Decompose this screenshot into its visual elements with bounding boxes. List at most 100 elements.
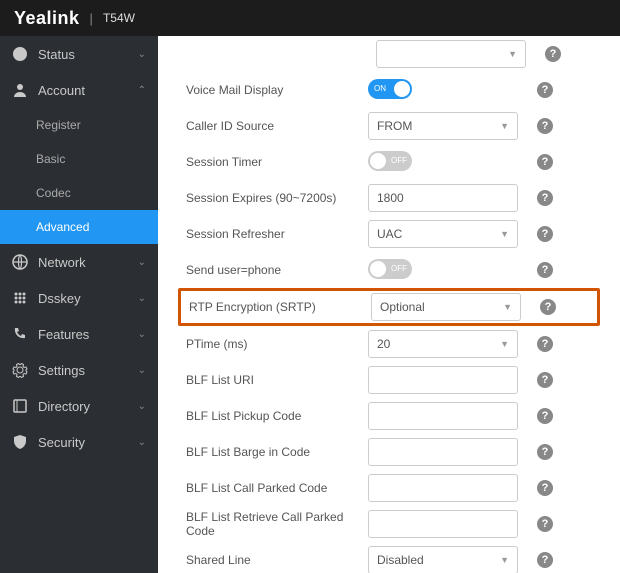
label: Send user=phone <box>178 263 368 277</box>
chevron-down-icon: ⌄ <box>138 329 146 340</box>
select-value: Optional <box>380 300 425 314</box>
help-icon[interactable]: ? <box>537 154 553 170</box>
row-blf-list-call-parked: BLF List Call Parked Code ? <box>178 470 600 506</box>
sidebar-item-status[interactable]: Status ⌄ <box>0 36 158 72</box>
main-content: ▼ ? Voice Mail Display ON ? Caller ID So… <box>158 36 620 573</box>
top-select-partial[interactable]: ▼ <box>376 40 526 68</box>
sidebar-label: Dsskey <box>38 291 81 306</box>
sidebar-item-account[interactable]: Account ⌃ <box>0 72 158 108</box>
caret-down-icon: ▼ <box>500 339 509 349</box>
model-name: T54W <box>103 11 135 25</box>
help-icon[interactable]: ? <box>540 299 556 315</box>
help-icon[interactable]: ? <box>537 118 553 134</box>
blf-list-call-parked-input[interactable] <box>368 474 518 502</box>
sidebar-item-register[interactable]: Register <box>0 108 158 142</box>
help-icon[interactable]: ? <box>537 336 553 352</box>
sidebar-label: Account <box>38 83 85 98</box>
help-icon[interactable]: ? <box>537 82 553 98</box>
caret-down-icon: ▼ <box>500 121 509 131</box>
sidebar: Status ⌄ Account ⌃ Register Basic Codec … <box>0 36 158 573</box>
sidebar-item-dsskey[interactable]: Dsskey ⌄ <box>0 280 158 316</box>
sidebar-item-basic[interactable]: Basic <box>0 142 158 176</box>
user-icon <box>12 82 28 98</box>
row-rtp-encryption: RTP Encryption (SRTP) Optional ▼ ? <box>178 288 600 326</box>
sidebar-item-settings[interactable]: Settings ⌄ <box>0 352 158 388</box>
blf-list-retrieve-input[interactable] <box>368 510 518 538</box>
row-send-user-phone: Send user=phone OFF ? <box>178 252 600 288</box>
sidebar-item-advanced[interactable]: Advanced <box>0 210 158 244</box>
row-session-refresher: Session Refresher UAC ▼ ? <box>178 216 600 252</box>
caret-down-icon: ▼ <box>508 49 517 59</box>
blf-list-uri-input[interactable] <box>368 366 518 394</box>
caller-id-source-select[interactable]: FROM ▼ <box>368 112 518 140</box>
help-icon[interactable]: ? <box>545 46 561 62</box>
chevron-down-icon: ⌄ <box>138 293 146 304</box>
label: Session Expires (90~7200s) <box>178 191 368 205</box>
row-blf-list-barge: BLF List Barge in Code ? <box>178 434 600 470</box>
shared-line-select[interactable]: Disabled ▼ <box>368 546 518 573</box>
help-icon[interactable]: ? <box>537 480 553 496</box>
help-icon[interactable]: ? <box>537 552 553 568</box>
book-icon <box>12 398 28 414</box>
toggle-off-label: OFF <box>391 264 407 273</box>
help-icon[interactable]: ? <box>537 372 553 388</box>
label: Shared Line <box>178 553 368 567</box>
send-user-phone-toggle[interactable]: OFF <box>368 259 412 279</box>
sidebar-item-directory[interactable]: Directory ⌄ <box>0 388 158 424</box>
help-icon[interactable]: ? <box>537 444 553 460</box>
sidebar-label: Features <box>38 327 89 342</box>
sidebar-label: Settings <box>38 363 85 378</box>
row-blf-list-retrieve: BLF List Retrieve Call Parked Code ? <box>178 506 600 542</box>
label: Caller ID Source <box>178 119 368 133</box>
toggle-off-label: OFF <box>391 156 407 165</box>
help-icon[interactable]: ? <box>537 190 553 206</box>
caret-down-icon: ▼ <box>500 229 509 239</box>
phone-icon <box>12 326 28 342</box>
brand-logo: Yealink <box>14 8 80 29</box>
sidebar-label: Status <box>38 47 75 62</box>
label: PTime (ms) <box>178 337 368 351</box>
help-icon[interactable]: ? <box>537 516 553 532</box>
chevron-down-icon: ⌄ <box>138 401 146 412</box>
app-header: Yealink | T54W <box>0 0 620 36</box>
session-refresher-select[interactable]: UAC ▼ <box>368 220 518 248</box>
sidebar-item-network[interactable]: Network ⌄ <box>0 244 158 280</box>
select-value: Disabled <box>377 553 424 567</box>
label: BLF List Pickup Code <box>178 409 368 423</box>
keypad-icon <box>12 290 28 306</box>
blf-list-pickup-input[interactable] <box>368 402 518 430</box>
row-session-expires: Session Expires (90~7200s) ? <box>178 180 600 216</box>
sidebar-item-features[interactable]: Features ⌄ <box>0 316 158 352</box>
sidebar-label: Network <box>38 255 86 270</box>
toggle-knob <box>370 153 386 169</box>
help-icon[interactable]: ? <box>537 262 553 278</box>
help-icon[interactable]: ? <box>537 408 553 424</box>
rtp-encryption-select[interactable]: Optional ▼ <box>371 293 521 321</box>
label: BLF List Retrieve Call Parked Code <box>178 510 368 538</box>
globe-icon <box>12 254 28 270</box>
chevron-down-icon: ⌄ <box>138 437 146 448</box>
sidebar-item-security[interactable]: Security ⌄ <box>0 424 158 460</box>
brand-divider: | <box>90 11 93 26</box>
row-voice-mail-display: Voice Mail Display ON ? <box>178 72 600 108</box>
select-value: FROM <box>377 119 412 133</box>
row-shared-line: Shared Line Disabled ▼ ? <box>178 542 600 573</box>
voice-mail-display-toggle[interactable]: ON <box>368 79 412 99</box>
label: Session Refresher <box>178 227 368 241</box>
row-session-timer: Session Timer OFF ? <box>178 144 600 180</box>
select-value: 20 <box>377 337 390 351</box>
session-timer-toggle[interactable]: OFF <box>368 151 412 171</box>
session-expires-input[interactable] <box>368 184 518 212</box>
blf-list-barge-input[interactable] <box>368 438 518 466</box>
caret-down-icon: ▼ <box>503 302 512 312</box>
toggle-on-label: ON <box>374 84 386 93</box>
label: BLF List URI <box>178 373 368 387</box>
label: BLF List Barge in Code <box>178 445 368 459</box>
label: BLF List Call Parked Code <box>178 481 368 495</box>
sidebar-item-codec[interactable]: Codec <box>0 176 158 210</box>
gear-icon <box>12 362 28 378</box>
help-icon[interactable]: ? <box>537 226 553 242</box>
label: Session Timer <box>178 155 368 169</box>
ptime-select[interactable]: 20 ▼ <box>368 330 518 358</box>
select-value: UAC <box>377 227 402 241</box>
